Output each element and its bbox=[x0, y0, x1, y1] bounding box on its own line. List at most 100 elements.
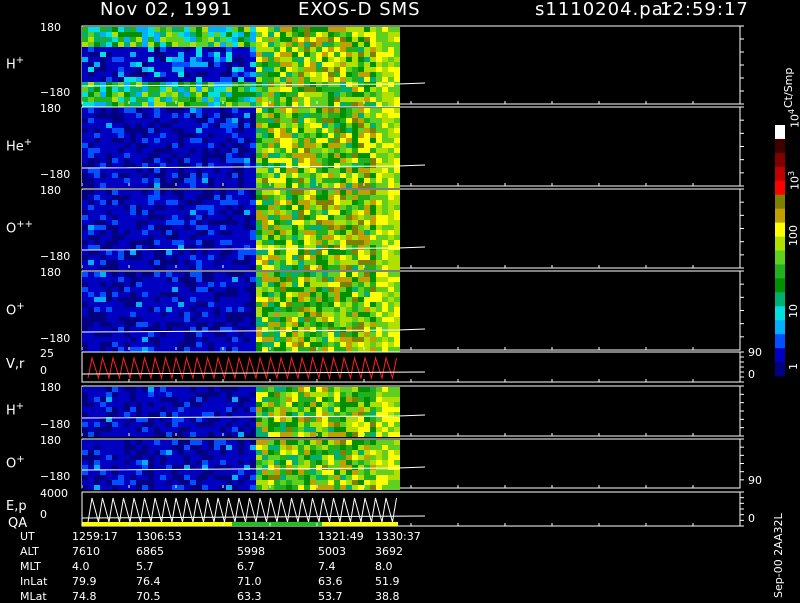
heatmap-cell bbox=[256, 123, 262, 128]
heatmap-cell bbox=[106, 460, 112, 465]
heatmap-cell bbox=[250, 92, 256, 97]
heatmap-cell bbox=[376, 67, 382, 72]
heatmap-cell bbox=[184, 37, 190, 42]
heatmap-cell bbox=[262, 255, 268, 260]
heatmap-cell bbox=[172, 277, 178, 282]
heatmap-cell bbox=[82, 397, 88, 402]
heatmap-cell bbox=[256, 27, 262, 32]
heatmap-cell bbox=[118, 235, 124, 240]
heatmap-cell bbox=[88, 235, 94, 240]
heatmap-cell bbox=[196, 113, 202, 118]
heatmap-cell bbox=[184, 62, 190, 67]
heatmap-cell bbox=[328, 427, 334, 432]
heatmap-cell bbox=[226, 102, 232, 107]
heatmap-cell bbox=[196, 337, 202, 342]
heatmap-cell bbox=[364, 240, 370, 245]
heatmap-cell bbox=[256, 52, 262, 57]
heatmap-cell bbox=[112, 332, 118, 337]
heatmap-cell bbox=[244, 427, 250, 432]
heatmap-cell bbox=[352, 245, 358, 250]
heatmap-cell bbox=[370, 455, 376, 460]
heatmap-cell bbox=[112, 123, 118, 128]
heatmap-cell bbox=[88, 143, 94, 148]
heatmap-cell bbox=[388, 302, 394, 307]
heatmap-cell bbox=[262, 302, 268, 307]
heatmap-cell bbox=[184, 397, 190, 402]
heatmap-cell bbox=[208, 67, 214, 72]
heatmap-cell bbox=[154, 52, 160, 57]
heatmap-cell bbox=[262, 265, 268, 270]
heatmap-cell bbox=[262, 292, 268, 297]
heatmap-cell bbox=[208, 108, 214, 113]
heatmap-cell bbox=[286, 427, 292, 432]
heatmap-cell bbox=[190, 143, 196, 148]
heatmap-cell bbox=[334, 417, 340, 422]
heatmap-cell bbox=[220, 260, 226, 265]
heatmap-cell bbox=[190, 470, 196, 475]
heatmap-cell bbox=[82, 190, 88, 195]
heatmap-cell bbox=[214, 260, 220, 265]
heatmap-cell bbox=[262, 77, 268, 82]
heatmap-cell bbox=[142, 62, 148, 67]
heatmap-cell bbox=[322, 67, 328, 72]
heatmap-cell bbox=[178, 225, 184, 230]
heatmap-cell bbox=[136, 337, 142, 342]
heatmap-cell bbox=[250, 178, 256, 183]
heatmap-cell bbox=[352, 153, 358, 158]
heatmap-cell bbox=[220, 312, 226, 317]
heatmap-cell bbox=[88, 475, 94, 480]
heatmap-cell bbox=[340, 235, 346, 240]
heatmap-cell bbox=[370, 62, 376, 67]
heatmap-cell bbox=[124, 220, 130, 225]
heatmap-cell bbox=[268, 97, 274, 102]
heatmap-cell bbox=[130, 118, 136, 123]
heatmap-cell bbox=[160, 292, 166, 297]
heatmap-cell bbox=[334, 245, 340, 250]
heatmap-cell bbox=[340, 417, 346, 422]
heatmap-cell bbox=[160, 475, 166, 480]
heatmap-cell bbox=[88, 220, 94, 225]
heatmap-cell bbox=[298, 445, 304, 450]
heatmap-cell bbox=[142, 57, 148, 62]
heatmap-cell bbox=[100, 387, 106, 392]
heatmap-cell bbox=[286, 235, 292, 240]
heatmap-cell bbox=[226, 200, 232, 205]
heatmap-cell bbox=[100, 440, 106, 445]
heatmap-cell bbox=[304, 57, 310, 62]
heatmap-cell bbox=[112, 62, 118, 67]
heatmap-cell bbox=[268, 332, 274, 337]
heatmap-cell bbox=[310, 205, 316, 210]
heatmap-cell bbox=[364, 470, 370, 475]
heatmap-cell bbox=[100, 422, 106, 427]
heatmap-cell bbox=[244, 292, 250, 297]
heatmap-cell bbox=[130, 307, 136, 312]
heatmap-cell bbox=[214, 118, 220, 123]
heatmap-cell bbox=[112, 322, 118, 327]
heatmap-cell bbox=[160, 332, 166, 337]
heatmap-cell bbox=[88, 42, 94, 47]
heatmap-cell bbox=[208, 342, 214, 347]
heatmap-cell bbox=[190, 392, 196, 397]
heatmap-cell bbox=[358, 260, 364, 265]
heatmap-cell bbox=[352, 62, 358, 67]
heatmap-cell bbox=[172, 460, 178, 465]
heatmap-cell bbox=[106, 102, 112, 107]
heatmap-cell bbox=[310, 225, 316, 230]
heatmap-cell bbox=[334, 440, 340, 445]
heatmap-cell bbox=[88, 32, 94, 37]
heatmap-cell bbox=[130, 173, 136, 178]
heatmap-cell bbox=[112, 265, 118, 270]
heatmap-cell bbox=[106, 62, 112, 67]
heatmap-cell bbox=[112, 215, 118, 220]
heatmap-cell bbox=[166, 397, 172, 402]
heatmap-cell bbox=[184, 148, 190, 153]
heatmap-cell bbox=[190, 445, 196, 450]
heatmap-cell bbox=[238, 260, 244, 265]
heatmap-cell bbox=[304, 245, 310, 250]
heatmap-cell bbox=[232, 277, 238, 282]
heatmap-cell bbox=[256, 392, 262, 397]
heatmap-cell bbox=[394, 432, 400, 437]
heatmap-cell bbox=[154, 322, 160, 327]
heatmap-cell bbox=[256, 97, 262, 102]
heatmap-cell bbox=[334, 92, 340, 97]
